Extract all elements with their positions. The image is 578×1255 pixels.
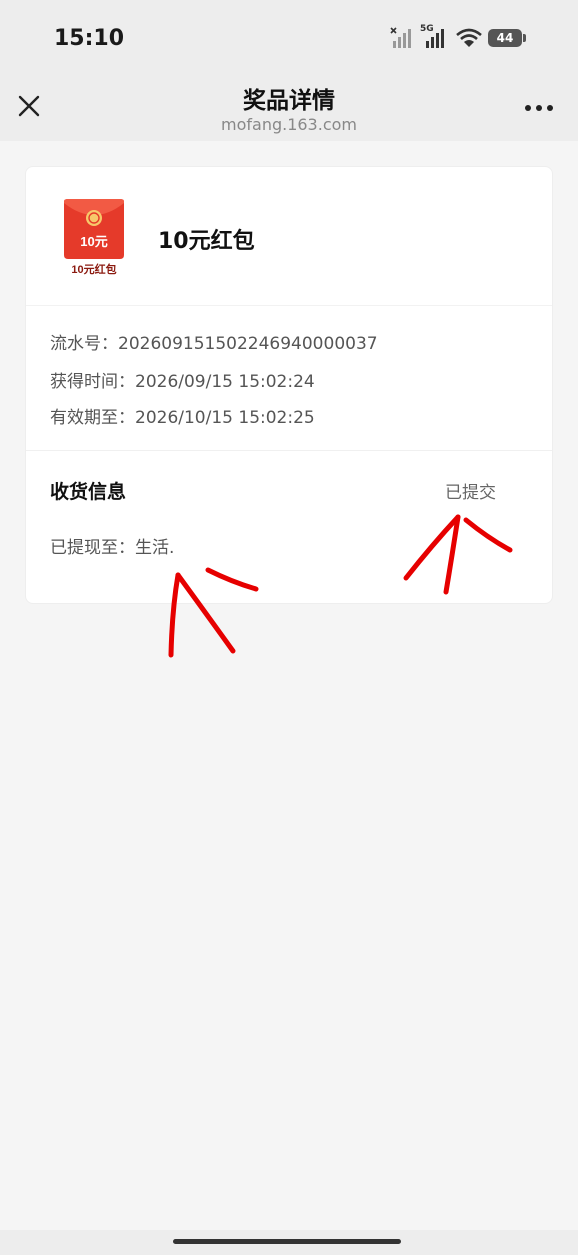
page-title: 奖品详情 [243, 88, 335, 114]
prize-name: 10元红包 [158, 229, 255, 254]
prize-detail-card: 10元 10元红包 10元红包 流水号：20260915150224694000… [25, 166, 553, 604]
valid-until: 有效期至：2026/10/15 15:02:25 [50, 408, 315, 428]
serial-number: 流水号：202609151502246940000037 [50, 334, 378, 354]
signal-icon [390, 27, 411, 48]
status-icons: 5G 44 [390, 24, 526, 50]
divider [26, 305, 552, 306]
signal-5g-icon: 5G [420, 24, 450, 50]
more-options-icon[interactable] [524, 103, 554, 113]
svg-text:10元红包: 10元红包 [71, 262, 116, 276]
page-domain: mofang.163.com [221, 115, 357, 134]
submission-status: 已提交 [445, 483, 496, 503]
home-bar [0, 1230, 578, 1255]
obtained-time: 获得时间：2026/09/15 15:02:24 [50, 372, 315, 392]
nav-bar: 奖品详情 mofang.163.com [0, 75, 578, 141]
shipping-info-title: 收货信息 [50, 481, 127, 503]
wifi-icon [456, 28, 482, 47]
withdrawal-note: 已提现至：生活. [50, 538, 175, 558]
home-indicator[interactable] [173, 1239, 401, 1244]
battery-level: 44 [496, 31, 514, 45]
status-bar: 15:10 5G 44 [0, 0, 578, 75]
divider [26, 450, 552, 451]
battery-icon: 44 [488, 29, 526, 47]
red-envelope-icon: 10元 10元红包 [54, 197, 134, 277]
status-time: 15:10 [54, 26, 125, 51]
svg-text:10元: 10元 [80, 234, 107, 249]
